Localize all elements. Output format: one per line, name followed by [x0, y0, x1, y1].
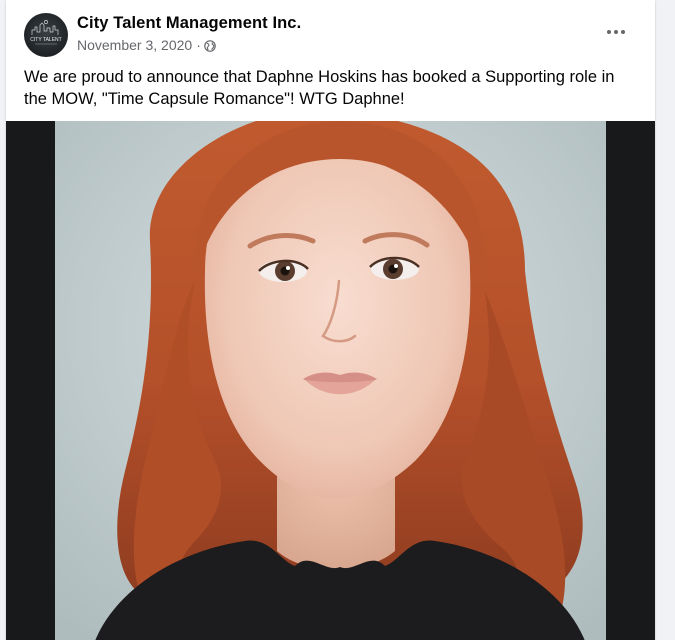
post-date-link[interactable]: November 3, 2020	[77, 37, 192, 53]
post-header: CITY TALENT City Talent Management Inc. …	[6, 0, 655, 60]
post-media[interactable]	[6, 121, 655, 640]
meta-separator: ·	[196, 37, 201, 53]
post-card: CITY TALENT City Talent Management Inc. …	[6, 0, 655, 640]
avatar-label: CITY TALENT	[30, 37, 61, 43]
more-options-icon	[607, 30, 625, 34]
more-options-button[interactable]	[601, 19, 631, 45]
globe-icon[interactable]	[204, 39, 216, 52]
post-text: We are proud to announce that Daphne Hos…	[24, 68, 615, 108]
post-meta: November 3, 2020 ·	[77, 37, 216, 53]
city-skyline-logo-icon: CITY TALENT	[30, 20, 62, 45]
portrait-illustration	[55, 121, 606, 640]
headshot-photo[interactable]	[55, 121, 606, 640]
author-name-link[interactable]: City Talent Management Inc.	[77, 14, 301, 33]
avatar[interactable]: CITY TALENT	[24, 13, 68, 57]
